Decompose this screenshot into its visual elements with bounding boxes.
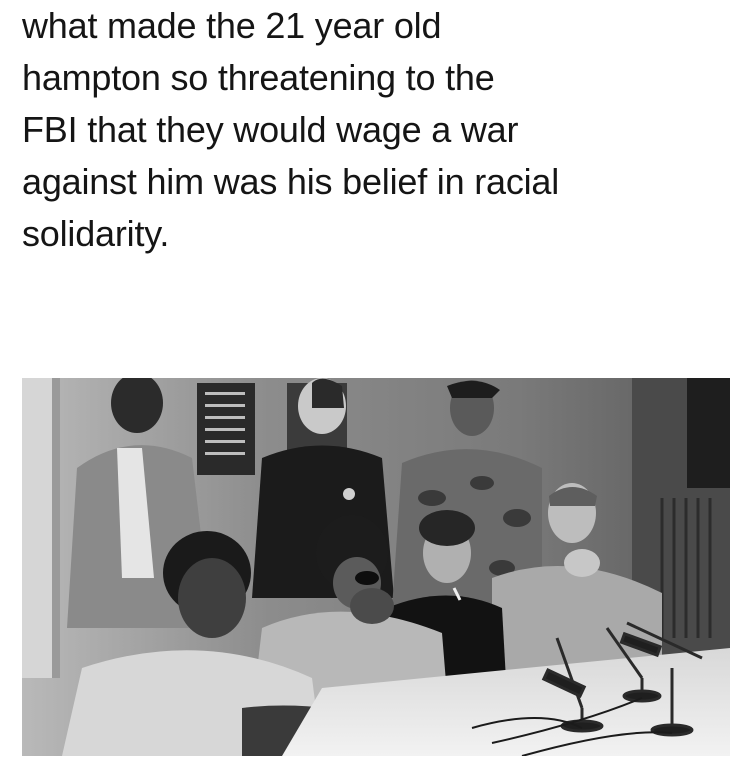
caption-line-5: solidarity. [22,213,170,254]
caption-line-2: hampton so threatening to the [22,57,495,98]
door-frame [22,378,52,678]
press-conference-photo [22,378,730,756]
caption-text: what made the 21 year old hampton so thr… [22,0,742,260]
photo-illustration [22,378,730,756]
caption-line-4: against him was his belief in racial [22,161,560,202]
caption-line-3: FBI that they would wage a war [22,109,519,150]
caption-line-1: what made the 21 year old [22,5,442,46]
